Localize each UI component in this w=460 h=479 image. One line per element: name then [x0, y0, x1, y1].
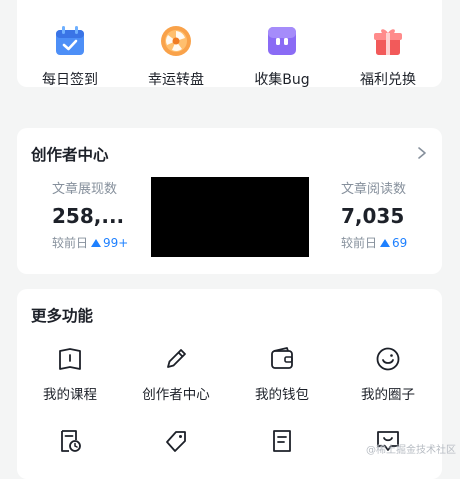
welfare-exchange-label: 福利兑换 — [360, 72, 416, 88]
article-views-delta-value: 99+ — [103, 236, 129, 250]
calendar-check-icon — [56, 26, 84, 55]
article-reads-label: 文章阅读数 — [341, 182, 407, 197]
collect-bug-button[interactable]: 收集Bug — [229, 24, 335, 89]
my-courses-label: 我的课程 — [43, 387, 97, 403]
my-courses-button[interactable]: 我的课程 — [17, 345, 123, 403]
gift-icon — [374, 29, 402, 55]
article-views-compare-label: 较前日 — [52, 236, 89, 250]
article-views-change: 较前日 99+ — [52, 234, 162, 251]
article-reads-value: 7,035 — [341, 204, 405, 228]
book-icon — [59, 348, 81, 370]
document-list-icon — [273, 430, 291, 452]
chevron-right-icon[interactable] — [416, 146, 428, 160]
feature-item-6[interactable] — [123, 427, 229, 465]
lucky-wheel-button[interactable]: 幸运转盘 — [123, 24, 229, 89]
creator-center-card[interactable]: 创作者中心 文章展现数 258,... 较前日 99+ 文章阅读数 7,035 较… — [17, 128, 442, 274]
my-wallet-label: 我的钱包 — [255, 387, 309, 403]
lucky-wheel-label: 幸运转盘 — [148, 72, 204, 88]
feature-item-5[interactable] — [17, 427, 123, 465]
article-views-label: 文章展现数 — [52, 182, 118, 197]
tag-icon — [166, 431, 186, 452]
article-reads-delta-value: 69 — [392, 236, 408, 250]
article-reads-stat[interactable]: 文章阅读数 7,035 较前日 69 — [341, 178, 451, 251]
pencil-icon — [167, 349, 186, 368]
up-triangle-icon — [380, 239, 391, 247]
smile-circle-icon — [376, 347, 400, 371]
collect-bug-label: 收集Bug — [254, 72, 310, 88]
lucky-wheel-icon — [161, 26, 191, 56]
article-reads-change: 较前日 69 — [341, 234, 451, 251]
my-circles-button[interactable]: 我的圈子 — [335, 345, 441, 403]
creator-center-label: 创作者中心 — [142, 387, 210, 403]
my-wallet-button[interactable]: 我的钱包 — [229, 345, 335, 403]
creator-center-title: 创作者中心 — [31, 146, 109, 164]
article-views-stat[interactable]: 文章展现数 258,... 较前日 99+ — [52, 178, 162, 251]
article-reads-delta: 69 — [380, 236, 407, 250]
redacted-block — [151, 177, 309, 257]
more-features-title: 更多功能 — [31, 307, 94, 325]
document-clock-icon — [61, 430, 81, 452]
my-circles-label: 我的圈子 — [361, 387, 415, 403]
wallet-icon — [271, 347, 293, 369]
watermark-text: @稀土掘金技术社区 — [366, 445, 456, 456]
daily-checkin-label: 每日签到 — [42, 72, 98, 88]
quick-actions-card: 每日签到 幸运转盘 收集Bug 福利兑换 — [17, 0, 442, 89]
creator-center-button[interactable]: 创作者中心 — [123, 345, 229, 403]
bug-box-icon — [268, 27, 296, 55]
article-views-delta: 99+ — [91, 236, 128, 250]
daily-checkin-button[interactable]: 每日签到 — [17, 24, 123, 89]
feature-item-7[interactable] — [229, 427, 335, 465]
welfare-exchange-button[interactable]: 福利兑换 — [335, 24, 441, 89]
up-triangle-icon — [91, 239, 102, 247]
article-reads-compare-label: 较前日 — [341, 236, 378, 250]
article-views-value: 258,... — [52, 204, 125, 228]
